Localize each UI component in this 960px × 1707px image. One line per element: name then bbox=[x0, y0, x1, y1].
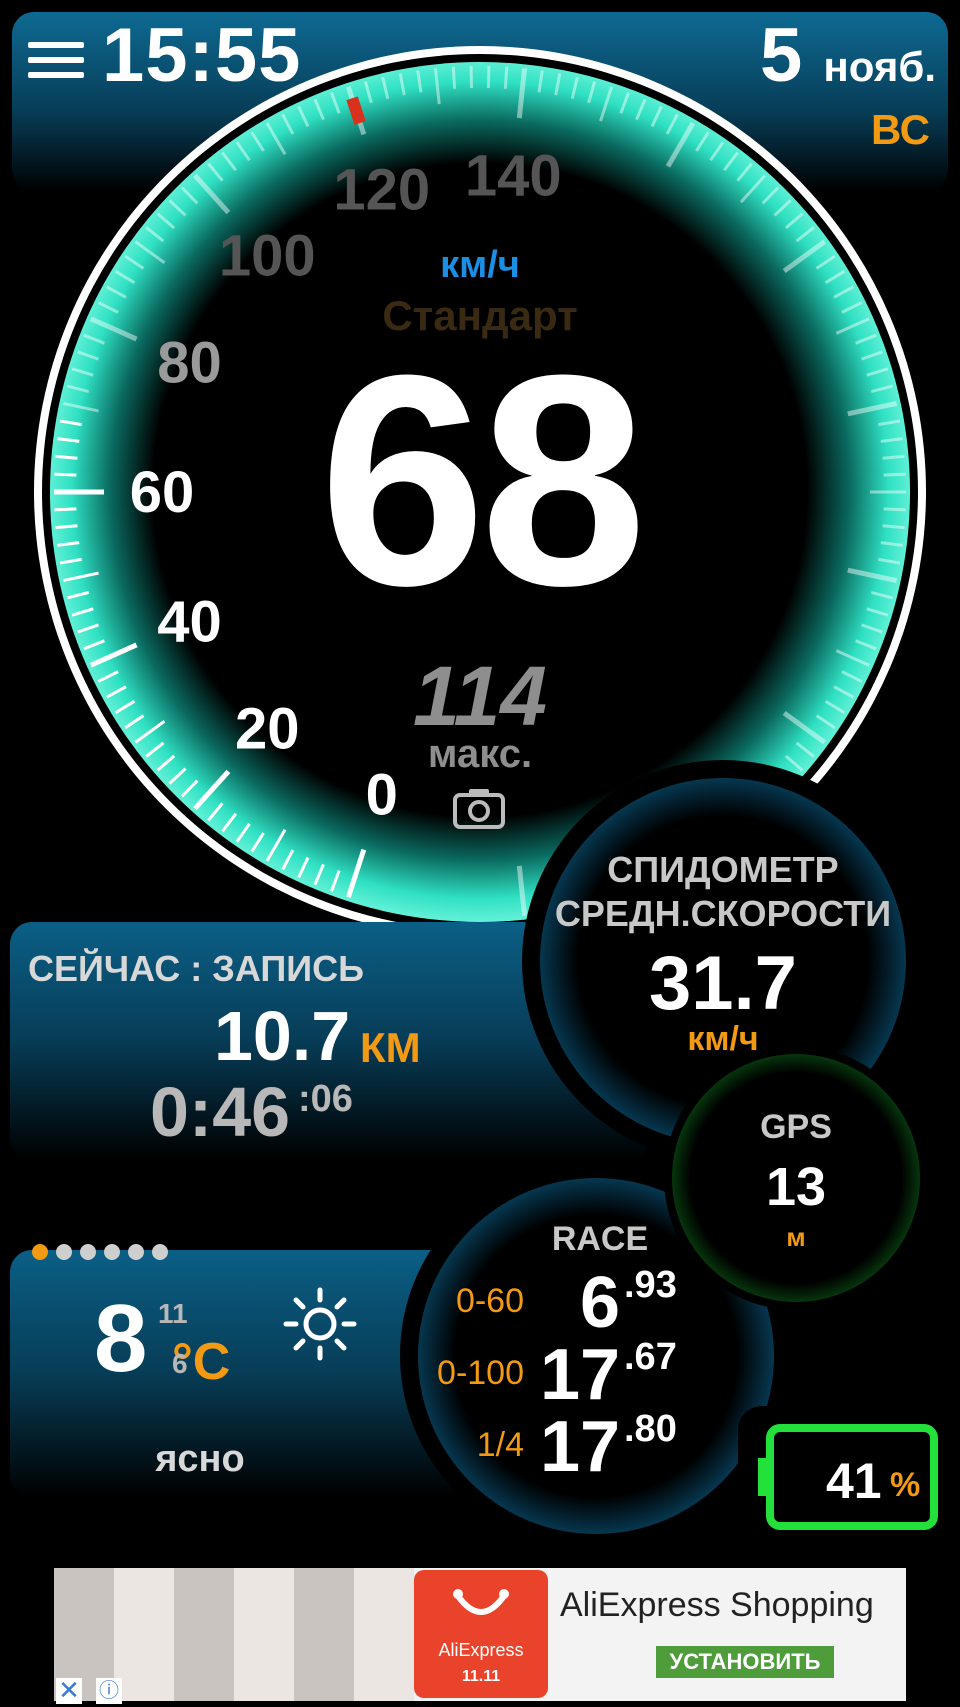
trip-distance-unit: КМ bbox=[360, 1024, 421, 1071]
race-value-0-60: 6 bbox=[580, 1263, 621, 1343]
weather-high: 11 bbox=[158, 1298, 188, 1329]
battery-level: 41 bbox=[826, 1453, 882, 1509]
race-label-0-60: 0-60 bbox=[455, 1282, 524, 1320]
current-speed: 68 bbox=[319, 312, 647, 648]
max-speed-label: макс. bbox=[427, 732, 533, 776]
gauge-tick bbox=[451, 66, 457, 89]
race-fraction-0-60: .93 bbox=[624, 1264, 677, 1306]
page-indicator[interactable] bbox=[28, 1240, 184, 1264]
page-dot[interactable] bbox=[128, 1244, 144, 1260]
date: 5 нояб. bbox=[760, 12, 936, 99]
gps-title: GPS bbox=[760, 1108, 832, 1146]
weekday: ВС bbox=[870, 106, 930, 153]
weather-low: 6 bbox=[172, 1348, 188, 1379]
dial-label: 20 bbox=[235, 696, 300, 761]
average-speed-unit: км/ч bbox=[687, 1020, 759, 1058]
ad-logo-text: AliExpress bbox=[438, 1640, 524, 1660]
page-dot[interactable] bbox=[80, 1244, 96, 1260]
menu-icon[interactable] bbox=[28, 38, 84, 82]
ad-title[interactable]: AliExpress Shopping bbox=[560, 1586, 874, 1625]
recording-title: СЕЙЧАС : ЗАПИСЬ bbox=[28, 948, 364, 989]
max-speed-marker bbox=[346, 96, 366, 125]
race-label-quarter: 1/4 bbox=[476, 1426, 524, 1464]
race-fraction-0-100: .67 bbox=[624, 1336, 677, 1378]
weather-temperature: 8 bbox=[94, 1285, 148, 1392]
average-speed-title: СПИДОМЕТР СРЕДН.СКОРОСТИ bbox=[540, 848, 906, 936]
race-title: RACE bbox=[551, 1220, 649, 1258]
gauge-tick bbox=[503, 66, 509, 89]
date-month: нояб. bbox=[823, 43, 936, 90]
ad-install-button[interactable]: УСТАНОВИТЬ bbox=[656, 1646, 834, 1678]
shopping-bag-icon bbox=[453, 1589, 509, 1615]
trip-time-seconds: :06 bbox=[298, 1078, 353, 1120]
page-dot[interactable] bbox=[104, 1244, 120, 1260]
clock-time: 15:55 bbox=[102, 13, 302, 98]
date-day: 5 bbox=[760, 13, 803, 98]
ad-close-icon[interactable]: ✕ bbox=[56, 1677, 82, 1704]
weather-condition: ясно bbox=[155, 1438, 245, 1480]
trip-time: 0:46 bbox=[150, 1073, 291, 1151]
gps-accuracy: 13 bbox=[765, 1157, 827, 1217]
camera-icon[interactable] bbox=[452, 786, 506, 830]
race-label-0-100: 0-100 bbox=[437, 1354, 524, 1392]
race-value-quarter: 17 bbox=[540, 1407, 621, 1487]
sun-icon bbox=[283, 1287, 357, 1361]
average-speed-title-line2: СРЕДН.СКОРОСТИ bbox=[554, 893, 892, 934]
average-speed-title-line1: СПИДОМЕТР bbox=[607, 849, 839, 890]
ad-logo-subtext: 11.11 bbox=[461, 1668, 501, 1685]
page-dot[interactable] bbox=[56, 1244, 72, 1260]
dial-label: 140 bbox=[465, 144, 562, 209]
max-speed-value: 114 bbox=[413, 649, 547, 743]
trip-distance: 10.7 bbox=[214, 997, 351, 1075]
race-fraction-quarter: .80 bbox=[624, 1408, 677, 1450]
average-speed-value: 31.7 bbox=[649, 941, 797, 1026]
battery-unit: % bbox=[890, 1466, 921, 1504]
race-value-0-100: 17 bbox=[540, 1335, 621, 1415]
speed-unit: км/ч bbox=[440, 244, 520, 286]
ad-info-icon[interactable]: ⓘ bbox=[96, 1678, 122, 1704]
dial-label: 120 bbox=[333, 158, 430, 223]
page-dot[interactable] bbox=[152, 1244, 168, 1260]
gps-unit: м bbox=[786, 1222, 806, 1252]
page-dot[interactable] bbox=[32, 1244, 48, 1260]
